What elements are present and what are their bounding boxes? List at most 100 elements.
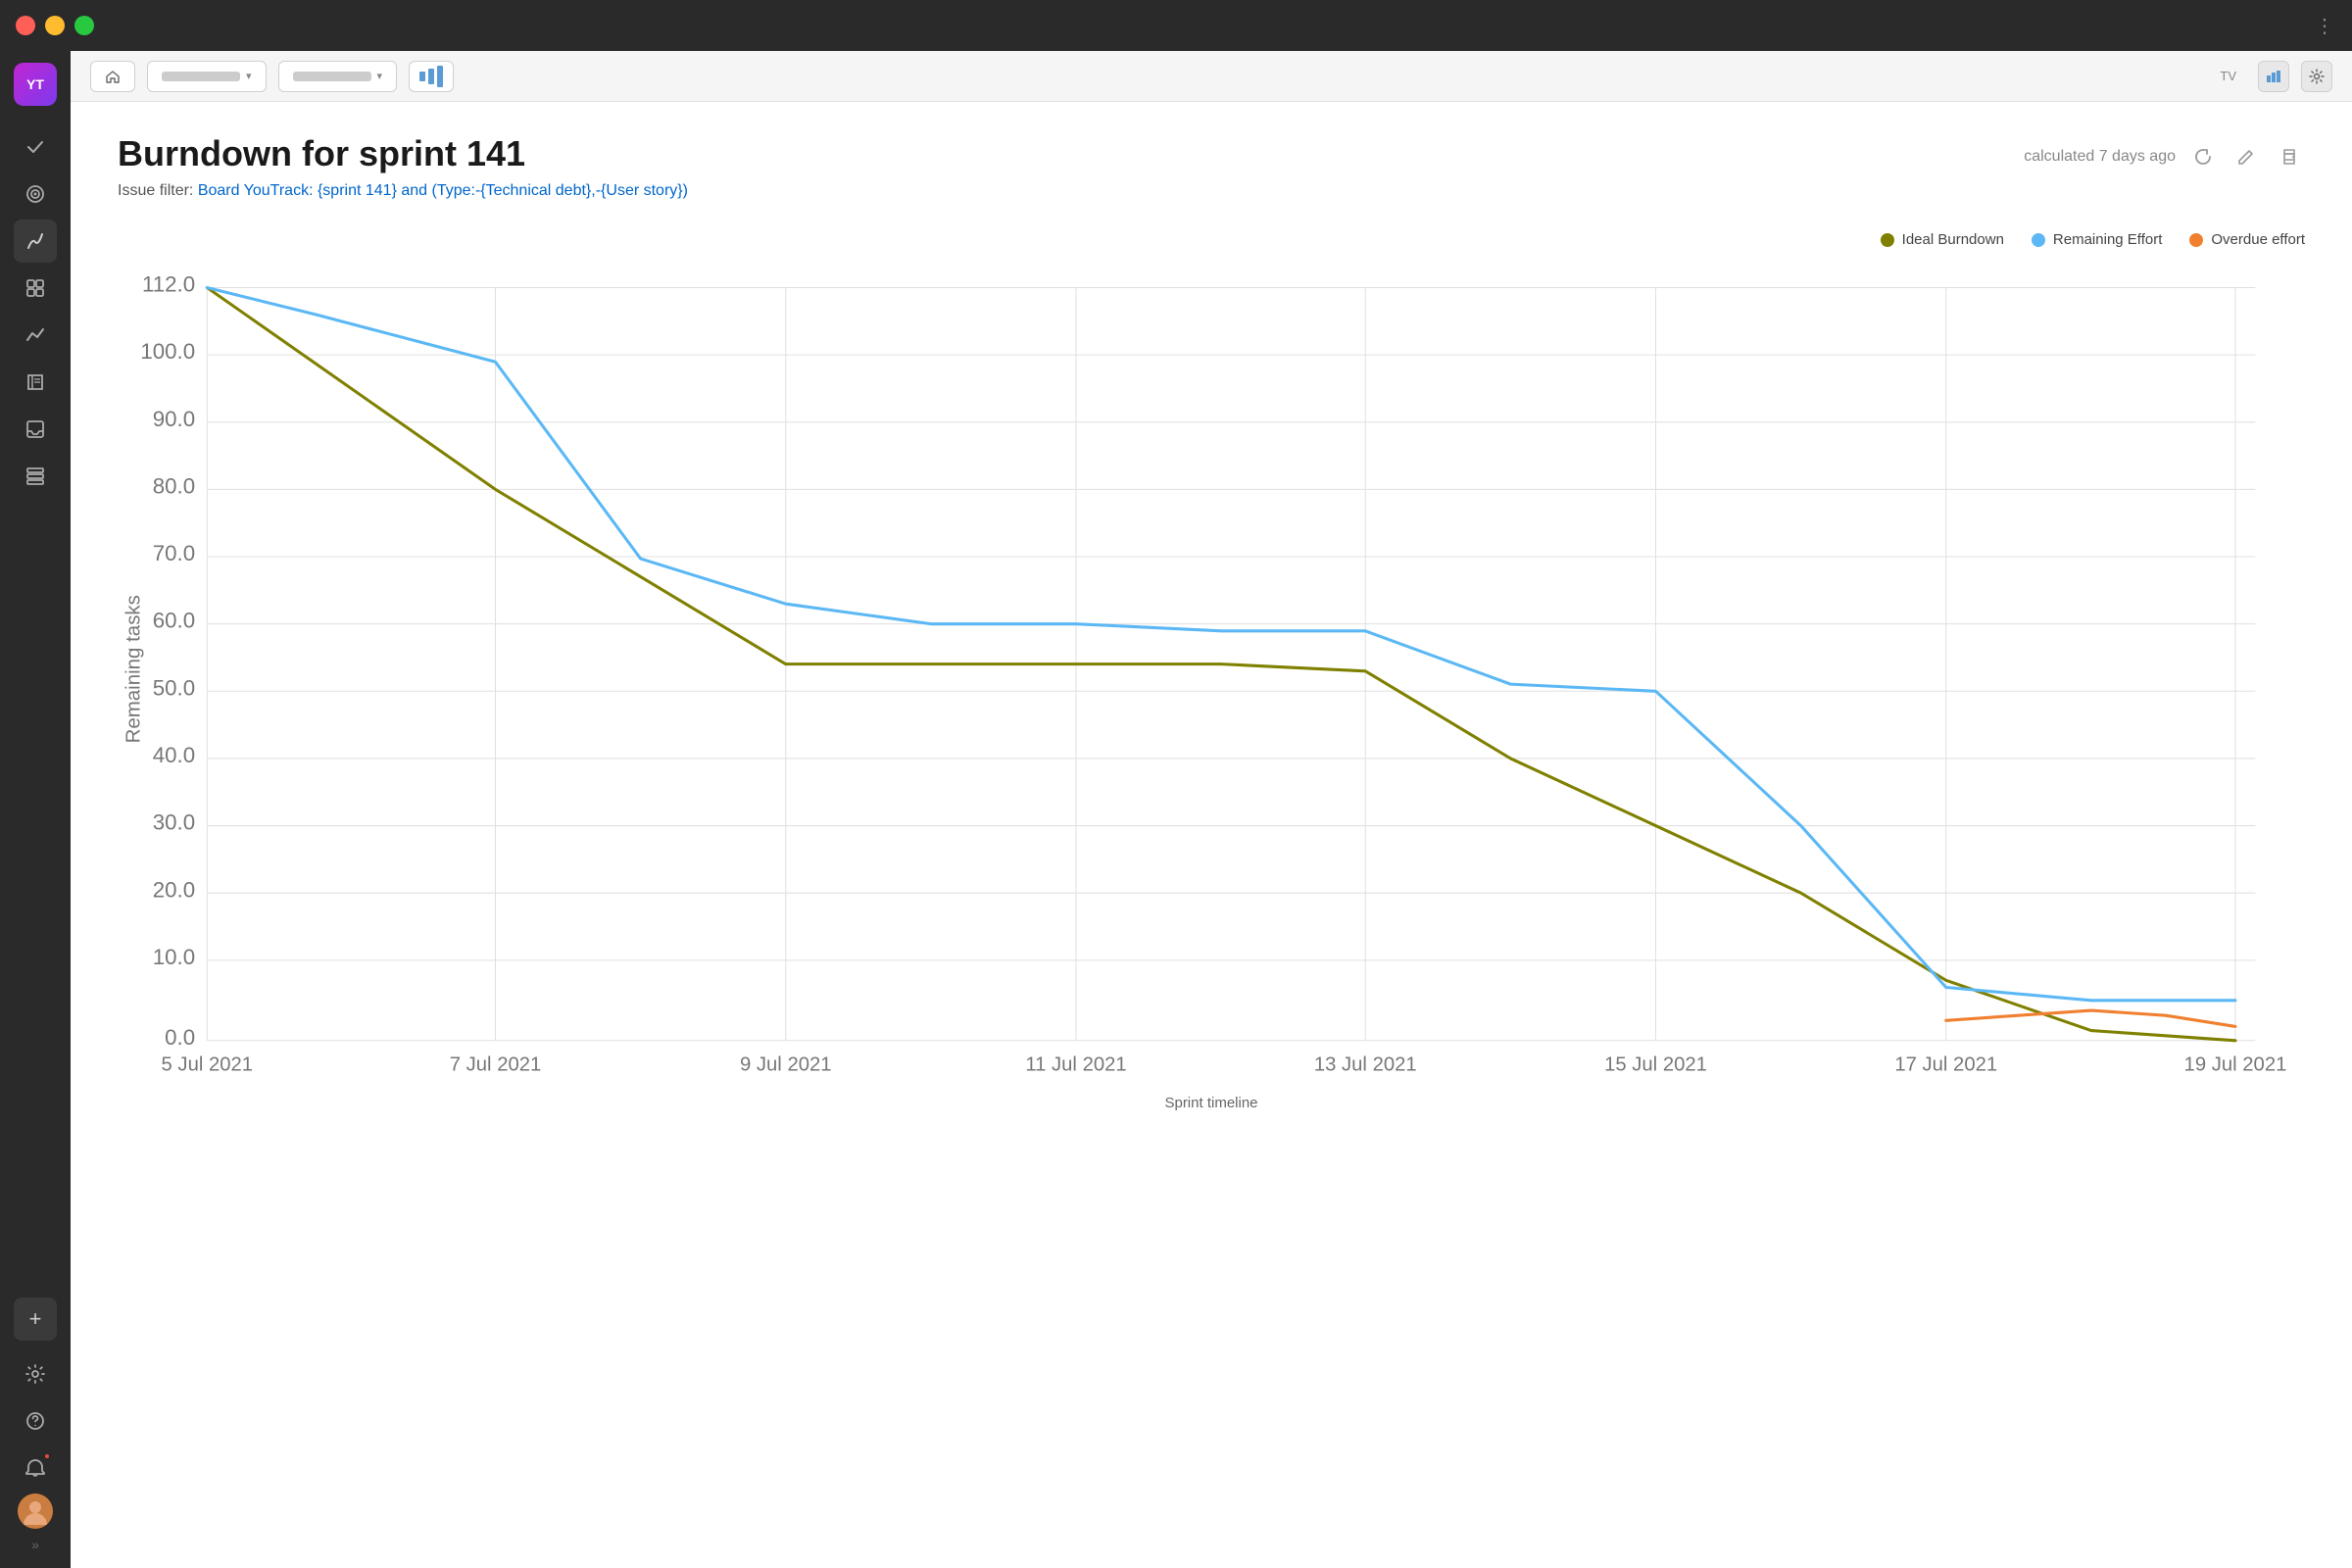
svg-text:50.0: 50.0 bbox=[153, 675, 195, 700]
report-header-actions: calculated 7 days ago bbox=[2024, 141, 2305, 172]
svg-text:9 Jul 2021: 9 Jul 2021 bbox=[740, 1054, 832, 1075]
tv-button[interactable]: TV bbox=[2210, 63, 2246, 90]
overdue-effort-dot bbox=[2189, 233, 2203, 247]
sidebar-item-knowledge[interactable] bbox=[14, 361, 57, 404]
overdue-effort-line bbox=[1946, 1010, 2235, 1026]
settings-toolbar-button[interactable] bbox=[2301, 61, 2332, 92]
x-axis-label: Sprint timeline bbox=[118, 1095, 2305, 1111]
print-button[interactable] bbox=[2274, 141, 2305, 172]
title-bar-dots: ⋮ bbox=[2315, 14, 2336, 38]
maximize-button[interactable] bbox=[74, 16, 94, 35]
chart-bar-2 bbox=[428, 69, 434, 84]
chart-type-button[interactable] bbox=[409, 61, 454, 92]
svg-text:15 Jul 2021: 15 Jul 2021 bbox=[1604, 1054, 1707, 1075]
burndown-chart-svg: 112.0 100.0 90.0 80.0 70.0 60.0 50.0 40.… bbox=[118, 268, 2305, 1091]
minimize-button[interactable] bbox=[45, 16, 65, 35]
sidebar-item-inbox[interactable] bbox=[14, 408, 57, 451]
svg-text:19 Jul 2021: 19 Jul 2021 bbox=[2184, 1054, 2287, 1075]
legend-overdue-effort: Overdue effort bbox=[2189, 231, 2305, 248]
main-content: ▾ ▾ TV bbox=[71, 51, 2352, 1568]
svg-text:13 Jul 2021: 13 Jul 2021 bbox=[1314, 1054, 1417, 1075]
legend-remaining-effort: Remaining Effort bbox=[2032, 231, 2162, 248]
date-range-button[interactable]: ▾ bbox=[278, 61, 398, 92]
chart-legend: Ideal Burndown Remaining Effort Overdue … bbox=[118, 231, 2305, 248]
svg-text:5 Jul 2021: 5 Jul 2021 bbox=[162, 1054, 254, 1075]
svg-text:10.0: 10.0 bbox=[153, 945, 195, 969]
bell-icon bbox=[24, 1457, 46, 1479]
expand-button[interactable]: » bbox=[27, 1533, 43, 1556]
sidebar-item-agile[interactable] bbox=[14, 172, 57, 216]
report-page: Burndown for sprint 141 calculated 7 day… bbox=[71, 102, 2352, 1568]
sidebar-item-stack[interactable] bbox=[14, 455, 57, 498]
sidebar-item-analytics[interactable] bbox=[14, 314, 57, 357]
refresh-button[interactable] bbox=[2187, 141, 2219, 172]
sidebar-item-dashboards[interactable] bbox=[14, 267, 57, 310]
chart-bar-1 bbox=[419, 72, 425, 81]
target-icon bbox=[24, 183, 46, 205]
toolbar: ▾ ▾ TV bbox=[71, 51, 2352, 102]
close-button[interactable] bbox=[16, 16, 35, 35]
edit-icon bbox=[2237, 148, 2255, 166]
more-options-icon[interactable]: ⋮ bbox=[2315, 14, 2336, 38]
notification-badge bbox=[43, 1452, 51, 1460]
stack-icon bbox=[24, 466, 46, 487]
print-icon bbox=[2280, 148, 2298, 166]
issue-filter-link[interactable]: Board YouTrack: {sprint 141} and (Type:-… bbox=[198, 182, 688, 199]
settings-button[interactable] bbox=[14, 1352, 57, 1396]
help-button[interactable] bbox=[14, 1399, 57, 1443]
chart-view-button[interactable] bbox=[2258, 61, 2289, 92]
ideal-burndown-line bbox=[207, 287, 2235, 1040]
help-icon bbox=[24, 1410, 46, 1432]
sidebar: YT bbox=[0, 51, 71, 1568]
sidebar-bottom: + bbox=[14, 1298, 57, 1556]
check-icon bbox=[24, 136, 46, 158]
issue-filter: Issue filter: Board YouTrack: {sprint 14… bbox=[118, 182, 2305, 200]
inbox-icon bbox=[24, 418, 46, 440]
settings-icon bbox=[2309, 69, 2325, 84]
svg-text:30.0: 30.0 bbox=[153, 810, 195, 835]
remaining-effort-dot bbox=[2032, 233, 2045, 247]
date-range-text bbox=[293, 72, 371, 81]
svg-text:90.0: 90.0 bbox=[153, 407, 195, 431]
bar-chart-icon bbox=[2266, 70, 2281, 83]
ideal-burndown-dot bbox=[1881, 233, 1894, 247]
svg-text:7 Jul 2021: 7 Jul 2021 bbox=[450, 1054, 542, 1075]
svg-text:17 Jul 2021: 17 Jul 2021 bbox=[1894, 1054, 1997, 1075]
svg-text:20.0: 20.0 bbox=[153, 877, 195, 902]
reports-icon bbox=[24, 230, 46, 252]
sprint-selector-button[interactable]: ▾ bbox=[147, 61, 267, 92]
user-avatar[interactable] bbox=[18, 1494, 53, 1529]
svg-text:70.0: 70.0 bbox=[153, 541, 195, 565]
calculated-label: calculated 7 days ago bbox=[2024, 148, 2176, 166]
svg-text:0.0: 0.0 bbox=[165, 1025, 195, 1050]
sidebar-item-reports[interactable] bbox=[14, 220, 57, 263]
remaining-effort-label: Remaining Effort bbox=[2053, 231, 2162, 248]
legend-ideal-burndown: Ideal Burndown bbox=[1881, 231, 2004, 248]
window-controls bbox=[16, 16, 94, 35]
sidebar-logo[interactable]: YT bbox=[14, 63, 57, 106]
chart-area: 112.0 100.0 90.0 80.0 70.0 60.0 50.0 40.… bbox=[118, 268, 2305, 1091]
ideal-burndown-label: Ideal Burndown bbox=[1902, 231, 2004, 248]
home-icon bbox=[105, 69, 121, 84]
refresh-icon bbox=[2194, 148, 2212, 166]
sidebar-item-issues[interactable] bbox=[14, 125, 57, 169]
svg-text:80.0: 80.0 bbox=[153, 473, 195, 498]
add-button[interactable]: + bbox=[14, 1298, 57, 1341]
page-title: Burndown for sprint 141 bbox=[118, 133, 525, 174]
analytics-icon bbox=[24, 324, 46, 346]
sprint-dropdown-arrow: ▾ bbox=[246, 70, 252, 82]
svg-text:100.0: 100.0 bbox=[140, 339, 195, 364]
svg-text:Remaining tasks: Remaining tasks bbox=[122, 595, 144, 743]
report-header: Burndown for sprint 141 calculated 7 day… bbox=[118, 133, 2305, 174]
edit-button[interactable] bbox=[2230, 141, 2262, 172]
gear-icon bbox=[24, 1363, 46, 1385]
svg-text:40.0: 40.0 bbox=[153, 743, 195, 767]
svg-text:11 Jul 2021: 11 Jul 2021 bbox=[1025, 1054, 1126, 1075]
app-body: YT bbox=[0, 51, 2352, 1568]
title-bar: ⋮ bbox=[0, 0, 2352, 51]
sprint-selector-text bbox=[162, 72, 240, 81]
notifications-button[interactable] bbox=[14, 1446, 57, 1490]
book-icon bbox=[24, 371, 46, 393]
svg-text:112.0: 112.0 bbox=[142, 271, 195, 296]
home-toolbar-button[interactable] bbox=[90, 61, 135, 92]
